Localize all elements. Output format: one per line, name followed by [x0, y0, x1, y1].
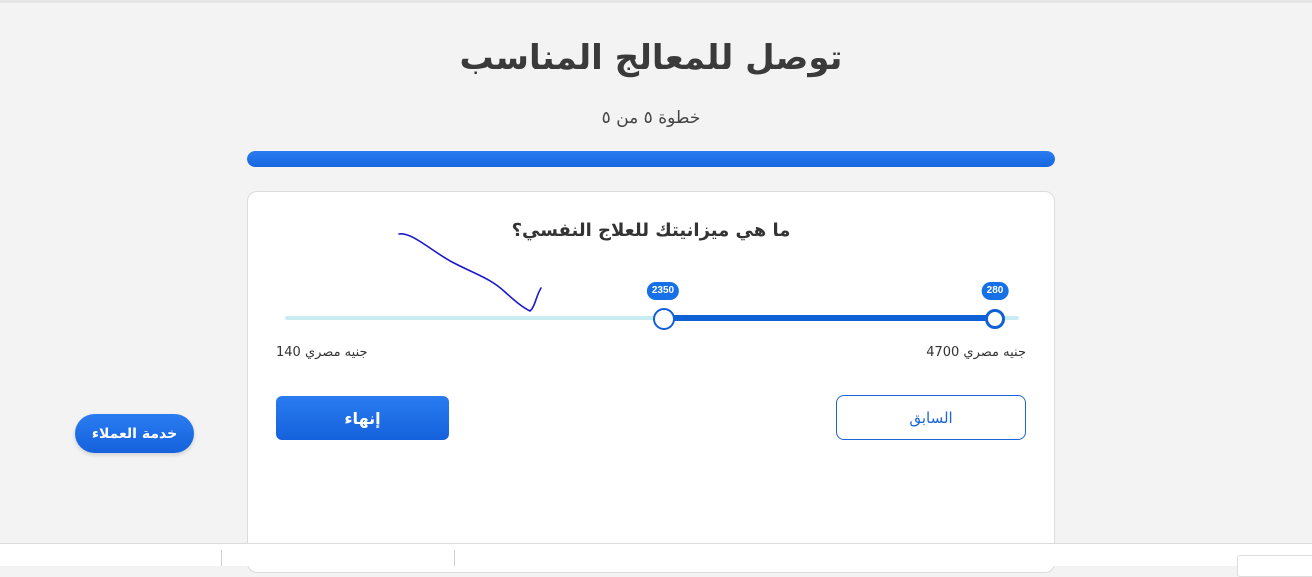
budget-range-slider[interactable]: 2350 280 — [285, 282, 1019, 362]
step-indicator: خطوة ٥ من ٥ — [601, 108, 701, 128]
bottom-widget[interactable] — [1237, 555, 1312, 577]
slider-handle-lower[interactable] — [985, 309, 1005, 329]
question-text: ما هي ميزانيتك للعلاج النفسي؟ — [511, 220, 791, 241]
bottom-divider — [221, 550, 222, 566]
progress-bar-fill — [247, 151, 1055, 167]
slider-handle-upper[interactable] — [653, 308, 675, 330]
slider-max-label: جنيه مصري 4700 — [926, 345, 1026, 360]
slider-value-bubble-upper: 2350 — [646, 282, 680, 300]
slider-value-bubble-lower: 280 — [981, 282, 1009, 300]
bottom-divider — [454, 550, 455, 566]
top-border — [0, 0, 1312, 3]
previous-button[interactable]: السابق — [836, 395, 1026, 440]
slider-selected-range — [663, 315, 995, 321]
progress-bar — [247, 151, 1055, 167]
slider-min-label: جنيه مصري 140 — [276, 345, 368, 360]
customer-service-button[interactable]: خدمة العملاء — [75, 414, 194, 453]
question-card: ما هي ميزانيتك للعلاج النفسي؟ 2350 280 ج… — [247, 191, 1055, 573]
finish-button[interactable]: إنهاء — [276, 396, 449, 440]
page-title: توصل للمعالج المناسب — [459, 38, 843, 78]
bottom-bar — [0, 543, 1312, 577]
